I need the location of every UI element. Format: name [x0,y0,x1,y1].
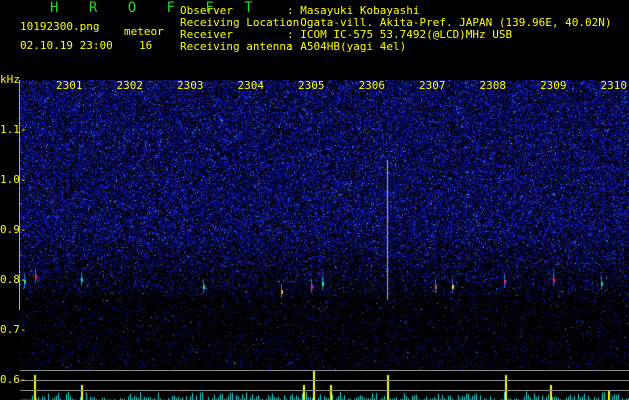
grid-line [20,380,629,381]
x-tick-label: 2310 [600,79,628,92]
antenna-label: Receiving antenna [180,40,293,53]
y-tick-label: 0.8- [0,273,27,286]
meteor-label: meteor [124,25,164,38]
x-tick-label: 2306 [358,79,386,92]
meteor-count: 16 [139,39,153,52]
spectrogram [20,80,629,370]
grid-line [20,390,629,391]
file-name: 10192300.png [20,20,100,33]
meteor-histogram [20,370,629,400]
y-unit-label: kHz [0,73,20,86]
x-tick-label: 2303 [177,79,204,92]
x-tick-label: 2304 [237,79,265,92]
datetime: 02.10.19 23:00 [20,39,113,52]
y-tick-label: 0.9- [0,223,27,236]
x-tick-label: 2301 [56,79,83,92]
x-tick-label: 2309 [540,79,567,92]
x-tick-label: 2302 [116,79,144,92]
grid-line [20,370,629,371]
x-tick-label: 2305 [298,79,325,92]
y-tick-label: 0.7- [0,323,27,336]
y-tick-label: 1.1- [0,123,27,136]
y-tick-label: 0.6- [0,373,27,386]
x-tick-label: 2307 [419,79,446,92]
y-tick-label: 1.0- [0,173,27,186]
antenna-value: : A504HB(yagi 4el) [287,40,407,53]
x-tick-label: 2308 [479,79,507,92]
